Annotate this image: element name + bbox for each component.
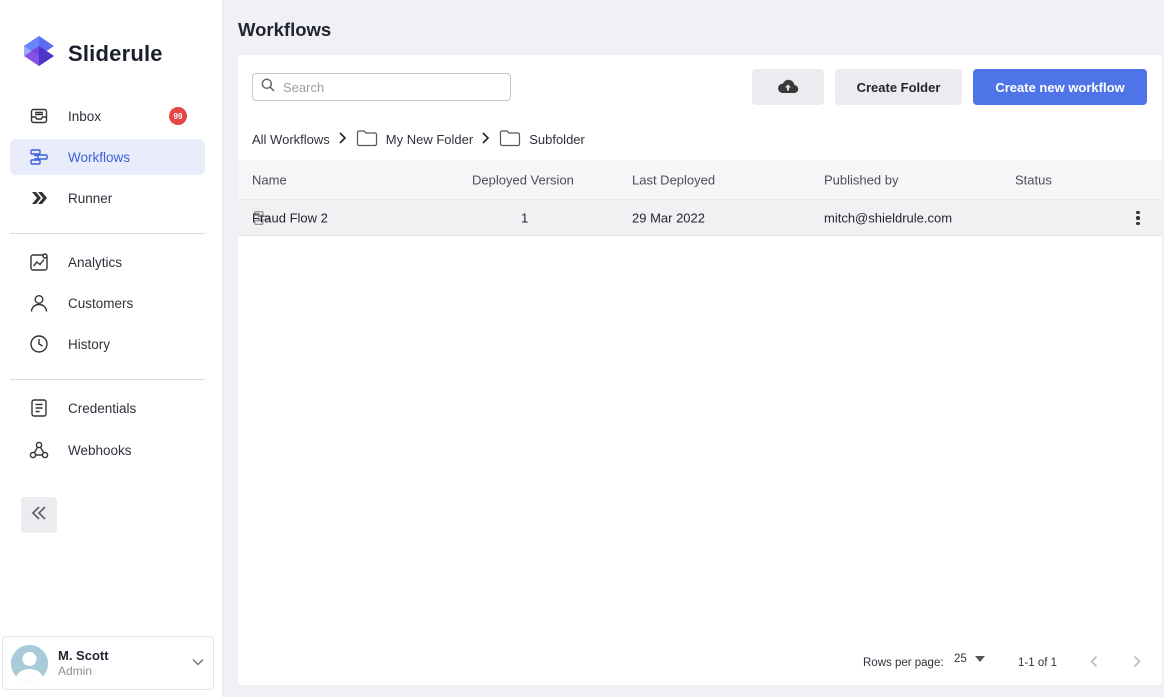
sidebar-item-label: History (68, 336, 111, 352)
document-icon (28, 397, 50, 419)
cloud-upload-icon (777, 78, 799, 97)
sidebar-item-label: Inbox (68, 108, 102, 124)
sidebar-item-label: Credentials (68, 400, 137, 416)
previous-page-button[interactable] (1089, 655, 1099, 672)
search-input[interactable] (283, 79, 493, 95)
sidebar-item-webhooks[interactable]: Webhooks (10, 432, 205, 468)
row-more-options-icon[interactable] (1128, 209, 1148, 227)
published-by: mitch@shieldrule.com (824, 210, 953, 225)
sidebar-item-credentials[interactable]: Credentials (10, 390, 205, 426)
search-box[interactable] (252, 73, 511, 101)
last-deployed: 29 Mar 2022 (632, 210, 705, 225)
deployed-version: 1 (521, 210, 529, 225)
table-header: Name Deployed Version Last Deployed Publ… (238, 160, 1162, 200)
column-header-last-deployed[interactable]: Last Deployed (632, 172, 715, 187)
breadcrumb: All Workflows My New Folder Subfolder (252, 129, 585, 150)
sidebar: Sliderule Inbox 99 Workflows Runner Anal… (0, 0, 223, 697)
workflow-icon (28, 146, 50, 168)
page-title: Workflows (238, 19, 332, 40)
create-folder-button[interactable]: Create Folder (835, 69, 962, 105)
sidebar-item-history[interactable]: History (10, 326, 205, 362)
upload-button[interactable] (752, 69, 824, 105)
sidebar-item-runner[interactable]: Runner (10, 180, 205, 216)
column-header-published-by[interactable]: Published by (824, 172, 898, 187)
table-row[interactable]: Fraud Flow 2 1 29 Mar 2022 mitch@shieldr… (238, 200, 1162, 236)
workflows-panel: Create Folder Create new workflow All Wo… (238, 55, 1162, 685)
sidebar-item-label: Runner (68, 190, 113, 206)
webhook-icon (28, 439, 50, 461)
avatar (11, 644, 48, 682)
double-chevron-left-icon (28, 502, 50, 529)
workflow-name: Fraud Flow 2 (252, 210, 328, 225)
chevron-right-icon (338, 131, 348, 148)
sidebar-item-label: Customers (68, 295, 134, 311)
analytics-icon (28, 251, 50, 273)
user-menu[interactable]: M. Scott Admin (2, 636, 214, 690)
next-page-button[interactable] (1132, 655, 1142, 672)
search-icon (261, 78, 275, 97)
rows-per-page-label: Rows per page: (863, 657, 944, 669)
sidebar-item-label: Webhooks (68, 442, 132, 458)
breadcrumb-subfolder[interactable]: Subfolder (499, 129, 585, 150)
user-name: M. Scott (58, 648, 109, 663)
inbox-icon (28, 105, 50, 127)
rows-per-page-select[interactable]: 25 (954, 653, 985, 665)
chevron-down-icon (191, 655, 205, 674)
breadcrumb-label: My New Folder (385, 132, 474, 147)
sidebar-item-workflows[interactable]: Workflows (10, 139, 205, 175)
brand-name: Sliderule (68, 40, 163, 66)
sidebar-divider (10, 379, 205, 380)
user-role: Admin (58, 664, 93, 678)
column-header-name[interactable]: Name (252, 172, 287, 187)
clock-icon (28, 333, 50, 355)
breadcrumb-label: All Workflows (252, 132, 330, 147)
column-header-status[interactable]: Status (1015, 172, 1052, 187)
caret-down-icon (974, 656, 985, 662)
sidebar-item-customers[interactable]: Customers (10, 285, 205, 321)
user-icon (28, 292, 50, 314)
sidebar-divider (10, 233, 205, 234)
brand[interactable]: Sliderule (20, 32, 163, 75)
folder-icon (356, 129, 378, 150)
pagination: Rows per page: 25 1-1 of 1 (238, 651, 1162, 675)
chevron-right-icon (481, 131, 491, 148)
sidebar-item-label: Analytics (68, 254, 123, 270)
sliderule-logo-icon (20, 32, 58, 75)
create-workflow-button[interactable]: Create new workflow (973, 69, 1147, 105)
rows-per-page-value: 25 (954, 653, 967, 665)
user-info: M. Scott Admin (58, 648, 109, 678)
pagination-range: 1-1 of 1 (1018, 657, 1057, 669)
breadcrumb-all-workflows[interactable]: All Workflows (252, 132, 330, 147)
folder-icon (499, 129, 521, 150)
sidebar-item-inbox[interactable]: Inbox 99 (10, 98, 205, 134)
inbox-count-badge: 99 (169, 107, 187, 125)
sidebar-item-analytics[interactable]: Analytics (10, 244, 205, 280)
collapse-sidebar-button[interactable] (21, 497, 57, 533)
sidebar-item-label: Workflows (68, 149, 131, 165)
breadcrumb-my-new-folder[interactable]: My New Folder (356, 129, 473, 150)
double-chevron-right-icon (28, 187, 50, 209)
breadcrumb-label: Subfolder (529, 132, 585, 147)
column-header-deployed-version[interactable]: Deployed Version (472, 172, 574, 187)
